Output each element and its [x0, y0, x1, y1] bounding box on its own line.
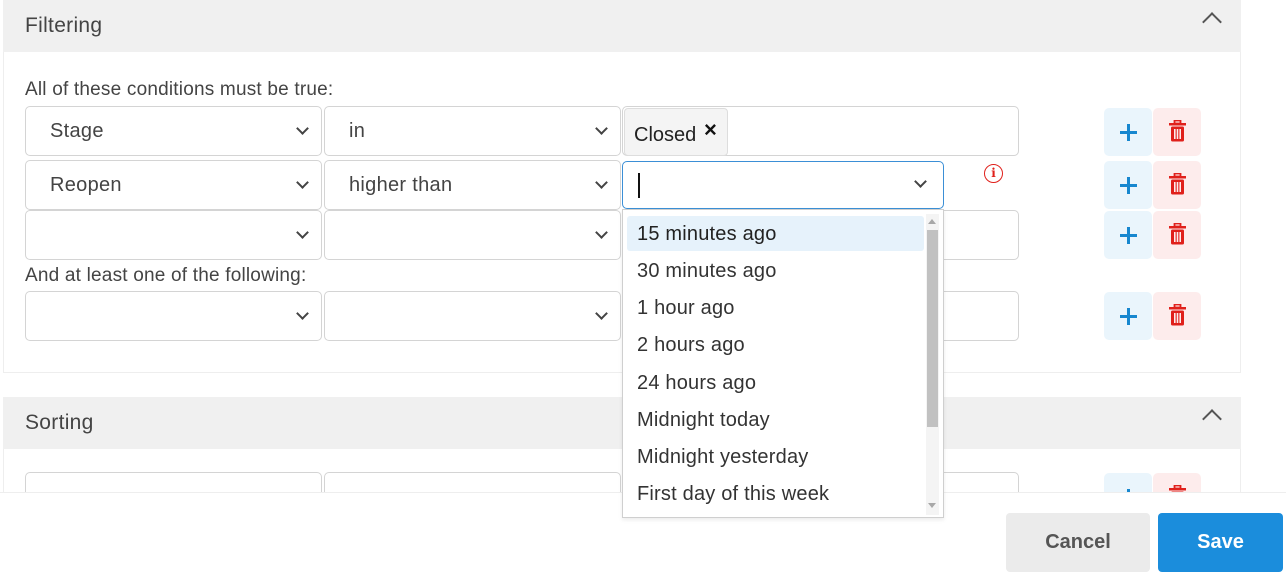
chevron-down-icon[interactable]	[914, 175, 927, 188]
add-condition-button-row-3[interactable]	[1104, 211, 1152, 259]
delete-condition-button-row-4[interactable]	[1153, 292, 1201, 340]
trash-icon	[1169, 173, 1186, 195]
filtering-header[interactable]: Filtering	[3, 0, 1241, 52]
tag-closed: Closed ×	[624, 108, 728, 156]
add-condition-button-row-4[interactable]	[1104, 292, 1152, 340]
trash-icon	[1169, 304, 1186, 326]
filtering-title: Filtering	[25, 14, 103, 37]
remove-tag-icon[interactable]: ×	[704, 117, 717, 143]
save-button[interactable]: Save	[1158, 513, 1283, 572]
operator-select-row-3[interactable]	[324, 210, 621, 260]
operator-select-row-4[interactable]	[324, 291, 621, 341]
plus-icon-stroke	[1127, 227, 1130, 244]
add-condition-button-row-1[interactable]	[1104, 108, 1152, 156]
dropdown-option[interactable]: First day of this week	[627, 476, 924, 511]
scroll-up-arrow-icon[interactable]	[928, 219, 936, 224]
operator-value: higher than	[349, 174, 453, 196]
operator-select-row-1[interactable]: in	[324, 106, 621, 156]
trash-icon	[1169, 223, 1186, 245]
chevron-down-icon	[296, 176, 309, 189]
field-select-row-2[interactable]: Reopen	[25, 160, 322, 210]
chevron-down-icon	[296, 226, 309, 239]
plus-icon-stroke	[1127, 308, 1130, 325]
dropdown-option[interactable]: 24 hours ago	[627, 365, 924, 400]
dropdown-option[interactable]: 1 hour ago	[627, 290, 924, 325]
operator-select-row-2[interactable]: higher than	[324, 160, 621, 210]
chevron-up-icon[interactable]	[1202, 12, 1222, 32]
chevron-down-icon	[296, 122, 309, 135]
any-conditions-label: And at least one of the following:	[25, 265, 307, 286]
chevron-down-icon	[595, 176, 608, 189]
sorting-title: Sorting	[25, 411, 94, 434]
text-caret	[638, 173, 640, 198]
field-select-row-4[interactable]	[25, 291, 322, 341]
dropdown-option[interactable]: 30 minutes ago	[627, 253, 924, 288]
scroll-down-arrow-icon[interactable]	[928, 503, 936, 508]
chevron-down-icon	[595, 307, 608, 320]
value-combobox-row-2[interactable]	[622, 161, 944, 209]
delete-condition-button-row-3[interactable]	[1153, 211, 1201, 259]
dropdown-option[interactable]: Midnight yesterday	[627, 439, 924, 474]
delete-condition-button-row-2[interactable]	[1153, 161, 1201, 209]
value-input-row-1[interactable]: Closed ×	[622, 106, 1019, 156]
cancel-button[interactable]: Cancel	[1006, 513, 1150, 572]
operator-value: in	[349, 120, 366, 142]
field-select-row-1[interactable]: Stage	[25, 106, 322, 156]
tag-label: Closed	[634, 124, 697, 146]
dropdown-option[interactable]: Midnight today	[627, 402, 924, 437]
chevron-down-icon	[296, 307, 309, 320]
add-condition-button-row-2[interactable]	[1104, 161, 1152, 209]
dropdown-option[interactable]: 2 hours ago	[627, 327, 924, 362]
chevron-down-icon	[595, 226, 608, 239]
field-select-row-3[interactable]	[25, 210, 322, 260]
trash-icon	[1169, 120, 1186, 142]
value-dropdown-list[interactable]: 15 minutes ago 30 minutes ago 1 hour ago…	[622, 209, 944, 518]
plus-icon-stroke	[1127, 124, 1130, 141]
all-conditions-label: All of these conditions must be true:	[25, 79, 334, 100]
plus-icon-stroke	[1127, 177, 1130, 194]
info-icon[interactable]: i	[984, 164, 1003, 183]
chevron-down-icon	[595, 122, 608, 135]
dropdown-option[interactable]: 15 minutes ago	[627, 216, 924, 251]
field-value: Stage	[50, 120, 104, 142]
delete-condition-button-row-1[interactable]	[1153, 108, 1201, 156]
chevron-up-icon[interactable]	[1202, 409, 1222, 429]
field-value: Reopen	[50, 174, 122, 196]
dropdown-scroll-thumb[interactable]	[927, 230, 938, 427]
